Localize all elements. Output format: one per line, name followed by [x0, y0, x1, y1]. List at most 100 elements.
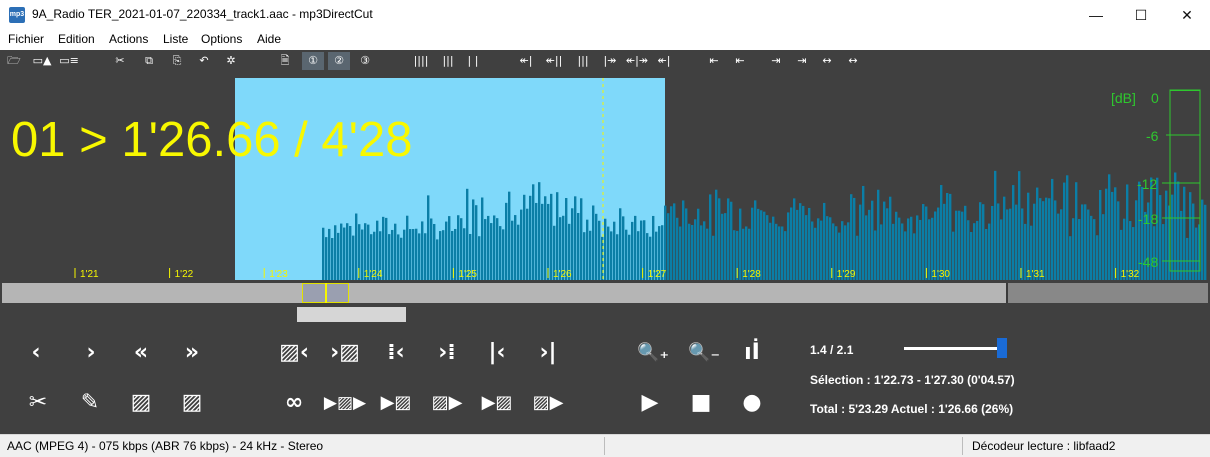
- goto-start-icon[interactable]: |‹: [479, 338, 515, 368]
- menu-actions[interactable]: Actions: [109, 32, 148, 46]
- time-tick-label: 1'30: [931, 269, 950, 280]
- play-end-icon[interactable]: ▶▨: [479, 388, 515, 418]
- save-split-icon[interactable]: ▭▲: [30, 52, 54, 70]
- wave-bar: [538, 182, 541, 280]
- close-button[interactable]: ✕: [1164, 0, 1210, 30]
- wave-bar: [685, 208, 688, 280]
- wave-bar: [970, 231, 973, 280]
- time-tick-label: 1'31: [1026, 269, 1045, 280]
- wave-bar: [976, 220, 979, 280]
- wave-bar: [412, 229, 415, 280]
- settings-icon[interactable]: ✲: [222, 52, 240, 70]
- wave-bar: [796, 209, 799, 280]
- loop-icon[interactable]: ∞: [276, 388, 312, 418]
- waveform-view[interactable]: 1'21 1'22 1'23 1'24 1'25 1'26 1'27 1'28 1'29 1'30…: [0, 72, 1210, 280]
- wave-bar: [1060, 209, 1063, 280]
- marker-split-icon[interactable]: |↠: [600, 52, 620, 70]
- marker-expand-icon[interactable]: ↞|↠: [624, 52, 650, 70]
- cue-dense-icon[interactable]: ||||: [409, 52, 433, 70]
- stop-icon[interactable]: ■: [683, 388, 719, 418]
- marker-left-icon[interactable]: ↞|: [516, 52, 536, 70]
- menu-options[interactable]: Options: [201, 32, 242, 46]
- wave-bar: [556, 192, 559, 280]
- wave-bar: [1108, 174, 1111, 280]
- zoom-out-icon[interactable]: 🔍₋: [683, 338, 725, 368]
- align-end2-icon[interactable]: ⇥: [793, 52, 811, 70]
- wave-bar: [949, 193, 952, 280]
- wave-bar: [454, 228, 457, 280]
- sel-begin-right-icon[interactable]: ›▨: [327, 338, 363, 368]
- wave-bar: [610, 231, 613, 280]
- next-icon[interactable]: ›: [73, 338, 109, 368]
- zoom-slider[interactable]: [904, 347, 1002, 350]
- wave-bar: [1117, 201, 1120, 280]
- wave-bar: [1099, 189, 1102, 280]
- open-icon[interactable]: 🗁: [4, 52, 24, 70]
- scissors-icon[interactable]: ✂: [20, 388, 56, 418]
- wave-bar: [1105, 188, 1108, 280]
- horizontal-scroll-thumb[interactable]: [297, 307, 406, 322]
- wave-bar: [856, 235, 859, 280]
- wave-bar: [334, 225, 337, 280]
- align-start-icon[interactable]: ⇤: [705, 52, 723, 70]
- play-from-cut-icon[interactable]: ▨▶: [429, 388, 465, 418]
- wave-bar: [874, 230, 877, 280]
- timeline-scrollbar[interactable]: [2, 283, 1208, 303]
- align-mid-icon[interactable]: ↔: [817, 52, 837, 70]
- wave-bar: [343, 227, 346, 280]
- level-icon[interactable]: ıİ: [734, 338, 770, 368]
- zoom-slider-thumb[interactable]: [997, 338, 1007, 358]
- wave-bar: [973, 223, 976, 280]
- menu-fichier[interactable]: Fichier: [8, 32, 44, 46]
- paste-icon[interactable]: ⎘: [168, 52, 186, 70]
- play-begin-icon[interactable]: ▨▶: [530, 388, 566, 418]
- page-2-icon[interactable]: ②: [328, 52, 350, 70]
- waveform-svg[interactable]: 1'21 1'22 1'23 1'24 1'25 1'26 1'27 1'28 1'29 1'30…: [0, 72, 1210, 280]
- page-icon[interactable]: 🗎: [276, 52, 294, 70]
- wave-bar: [802, 205, 805, 280]
- prev-icon[interactable]: ‹: [18, 338, 54, 368]
- align-start2-icon[interactable]: ⇤: [731, 52, 749, 70]
- maximize-button[interactable]: ☐: [1118, 0, 1164, 30]
- marker-right-icon[interactable]: ↞||: [543, 52, 565, 70]
- db-tick-48: -48: [1138, 254, 1158, 270]
- hatch-fade-icon[interactable]: ▨: [174, 388, 210, 418]
- marker-center-icon[interactable]: ↞|: [654, 52, 674, 70]
- save-list-icon[interactable]: ▭≡: [58, 52, 80, 70]
- record-icon[interactable]: ●: [734, 388, 770, 418]
- copy-icon[interactable]: ⧉: [140, 52, 158, 70]
- rewind-icon[interactable]: «: [123, 338, 159, 368]
- menu-liste[interactable]: Liste: [163, 32, 188, 46]
- minimize-button[interactable]: —: [1073, 0, 1119, 30]
- align-mid2-icon[interactable]: ↔: [843, 52, 863, 70]
- wave-bar: [964, 205, 967, 280]
- cut-icon[interactable]: ✂: [111, 52, 129, 70]
- pencil-icon[interactable]: ✎: [72, 388, 108, 418]
- play-to-cut-icon[interactable]: ▶▨: [378, 388, 414, 418]
- goto-end-icon[interactable]: ›|: [530, 338, 566, 368]
- wave-bar: [709, 194, 712, 280]
- sel-begin-left-icon[interactable]: ▨‹: [276, 338, 312, 368]
- forward-icon[interactable]: »: [174, 338, 210, 368]
- sel-end-left-icon[interactable]: ⁞‹: [378, 338, 414, 368]
- time-tick-label: 1'27: [648, 269, 667, 280]
- menu-edition[interactable]: Edition: [58, 32, 95, 46]
- page-1-icon[interactable]: ①: [302, 52, 324, 70]
- wave-bar: [1195, 227, 1198, 280]
- sel-end-right-icon[interactable]: ›⁞: [429, 338, 465, 368]
- marker-both-icon[interactable]: |||: [573, 52, 593, 70]
- cue-medium-icon[interactable]: |||: [440, 52, 456, 70]
- play-selection-icon[interactable]: ▶▨▶: [322, 388, 368, 418]
- undo-icon[interactable]: ↶: [195, 52, 213, 70]
- cue-sparse-icon[interactable]: | |: [464, 52, 482, 70]
- page-3-icon[interactable]: ③: [356, 52, 374, 70]
- wave-bar: [520, 209, 523, 280]
- hatch-select-icon[interactable]: ▨: [123, 388, 159, 418]
- wave-bar: [910, 216, 913, 280]
- wave-bar: [532, 184, 535, 280]
- menu-aide[interactable]: Aide: [257, 32, 281, 46]
- wave-bar: [817, 218, 820, 280]
- zoom-in-icon[interactable]: 🔍₊: [632, 338, 674, 368]
- align-end-icon[interactable]: ⇥: [767, 52, 785, 70]
- play-icon[interactable]: ▶: [632, 388, 668, 418]
